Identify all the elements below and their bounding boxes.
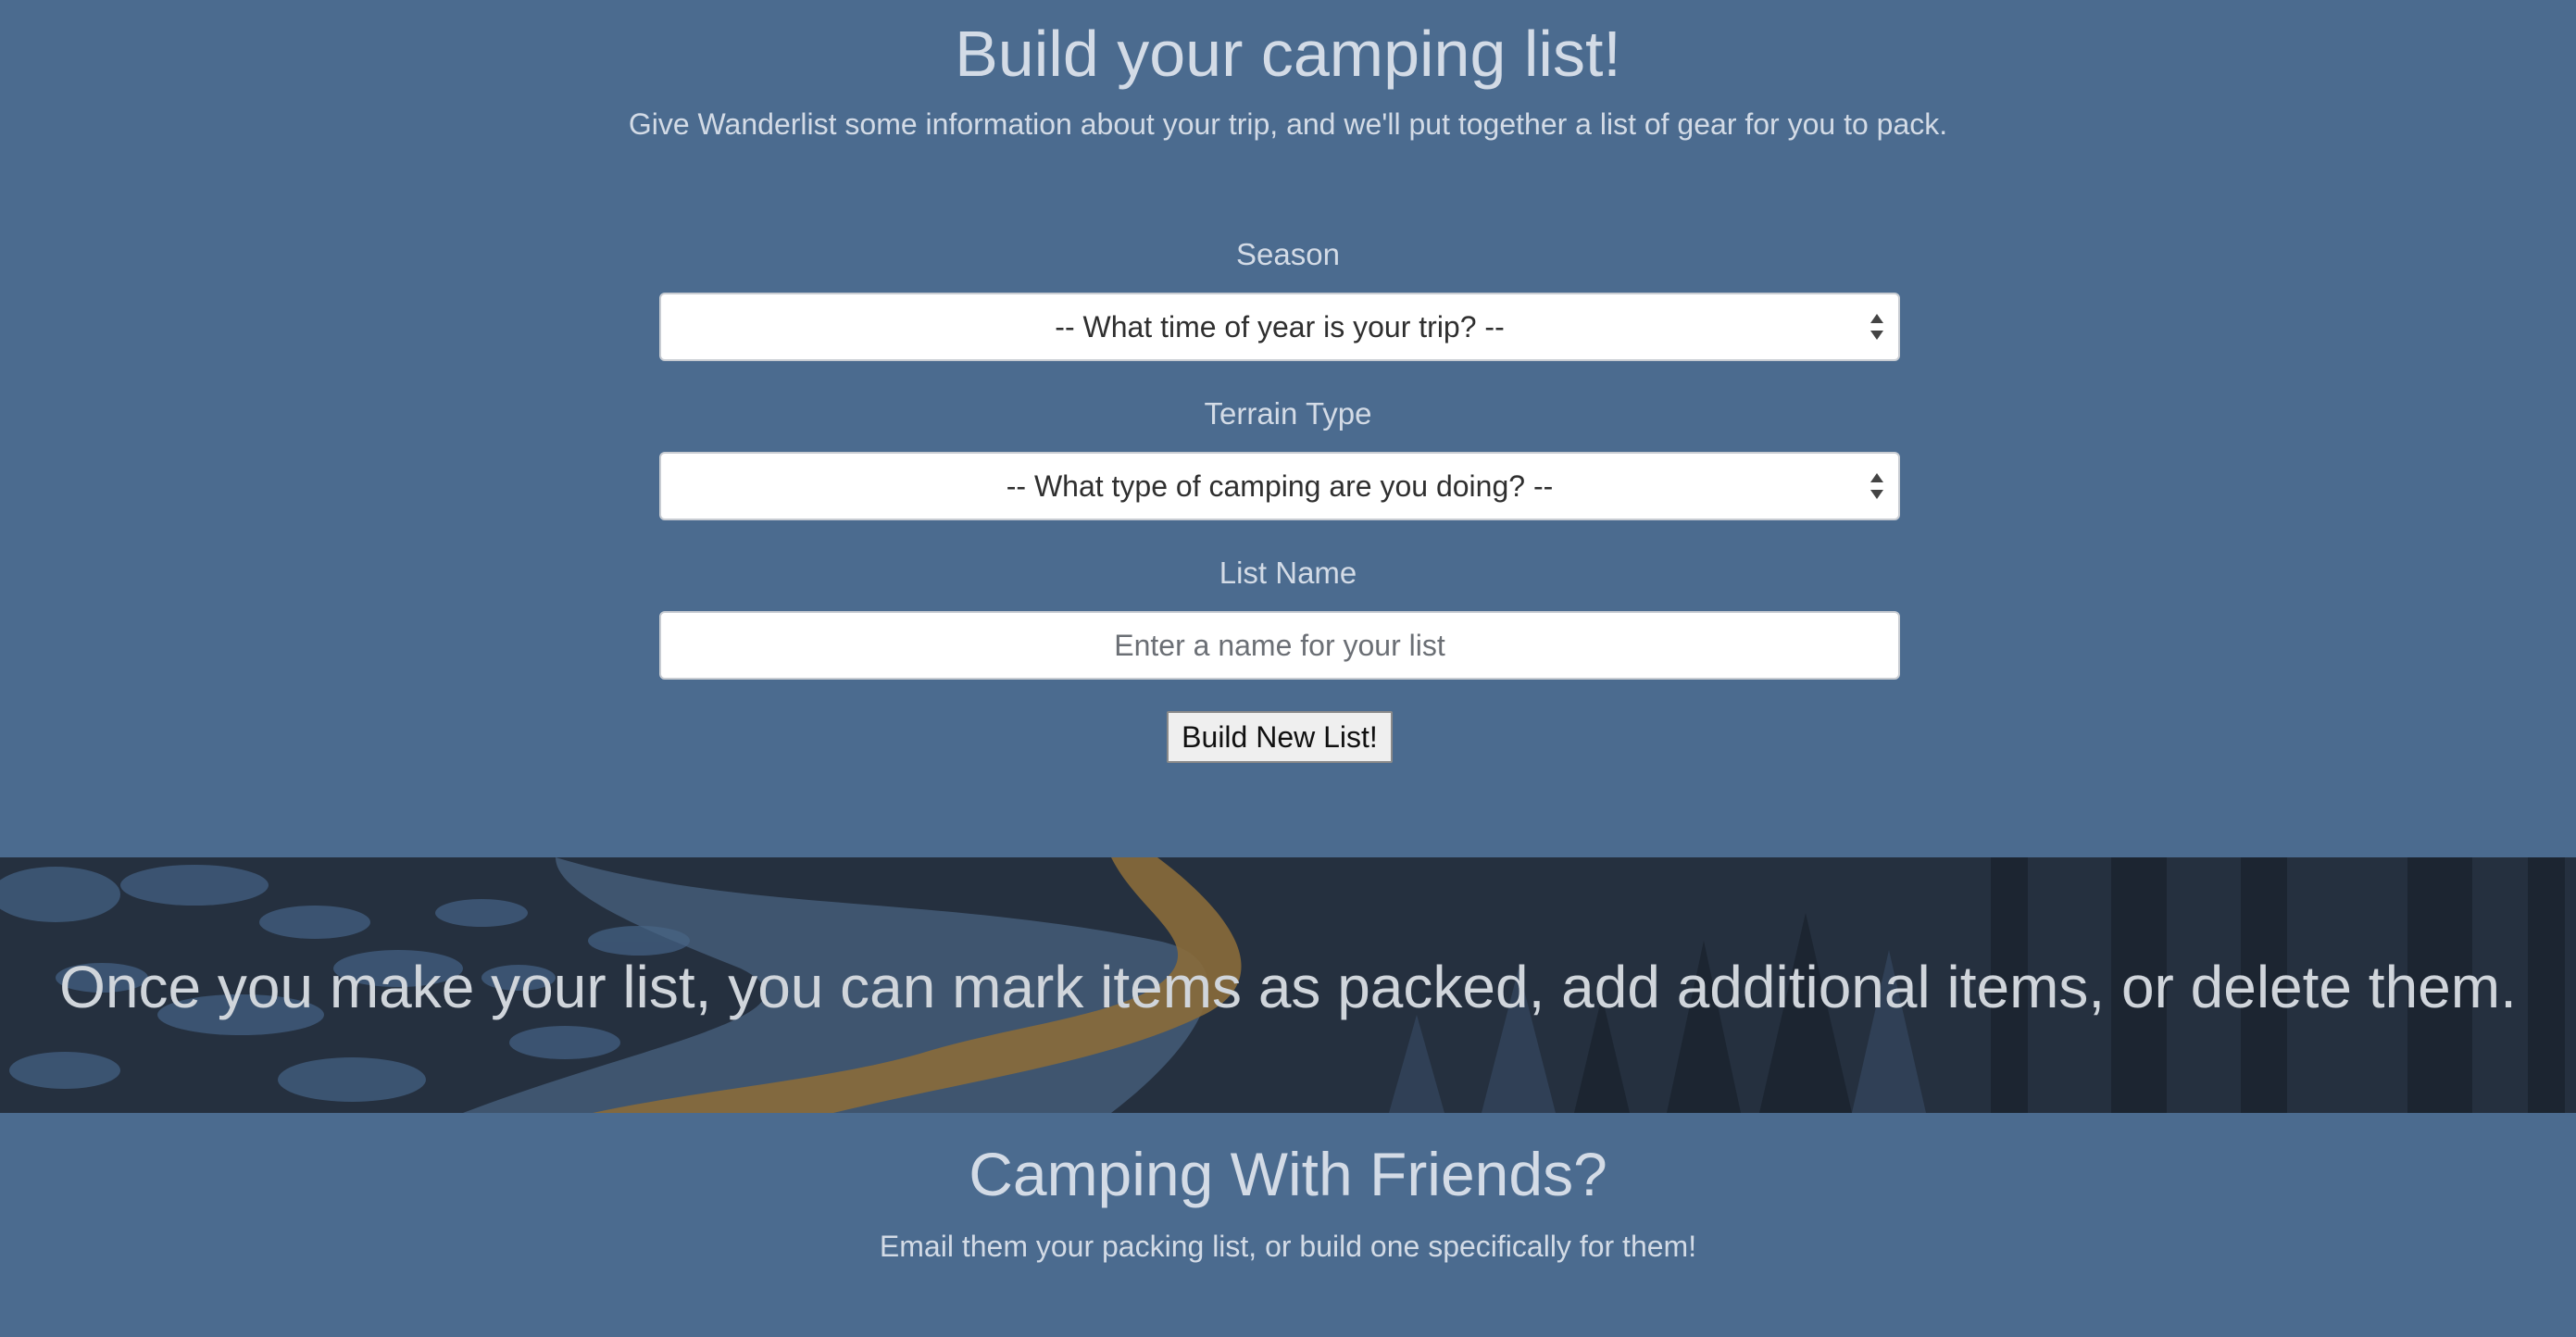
season-select[interactable]: -- What time of year is your trip? --: [659, 293, 1900, 361]
terrain-select[interactable]: -- What type of camping are you doing? -…: [659, 452, 1900, 520]
features-banner: Once you make your list, you can mark it…: [0, 857, 2576, 1113]
page-title: Build your camping list!: [955, 18, 1621, 90]
list-name-input[interactable]: [659, 611, 1900, 680]
season-select-value: -- What time of year is your trip? --: [1055, 309, 1505, 344]
select-arrows-icon: [1870, 314, 1883, 340]
season-label: Season: [1236, 237, 1340, 271]
friends-section: Camping With Friends? Email them your pa…: [0, 1113, 2576, 1337]
friends-subtitle: Email them your packing list, or build o…: [879, 1230, 1697, 1263]
banner-message: Once you make your list, you can mark it…: [59, 954, 2517, 1020]
list-name-label: List Name: [1219, 556, 1357, 590]
select-arrows-icon: [1870, 473, 1883, 499]
build-new-list-button[interactable]: Build New List!: [1167, 711, 1393, 763]
friends-title: Camping With Friends?: [969, 1140, 1607, 1208]
terrain-select-value: -- What type of camping are you doing? -…: [1006, 469, 1554, 503]
terrain-label: Terrain Type: [1204, 396, 1372, 431]
build-list-section: Build your camping list! Give Wanderlist…: [0, 0, 2576, 857]
page-subtitle: Give Wanderlist some information about y…: [628, 107, 1948, 141]
